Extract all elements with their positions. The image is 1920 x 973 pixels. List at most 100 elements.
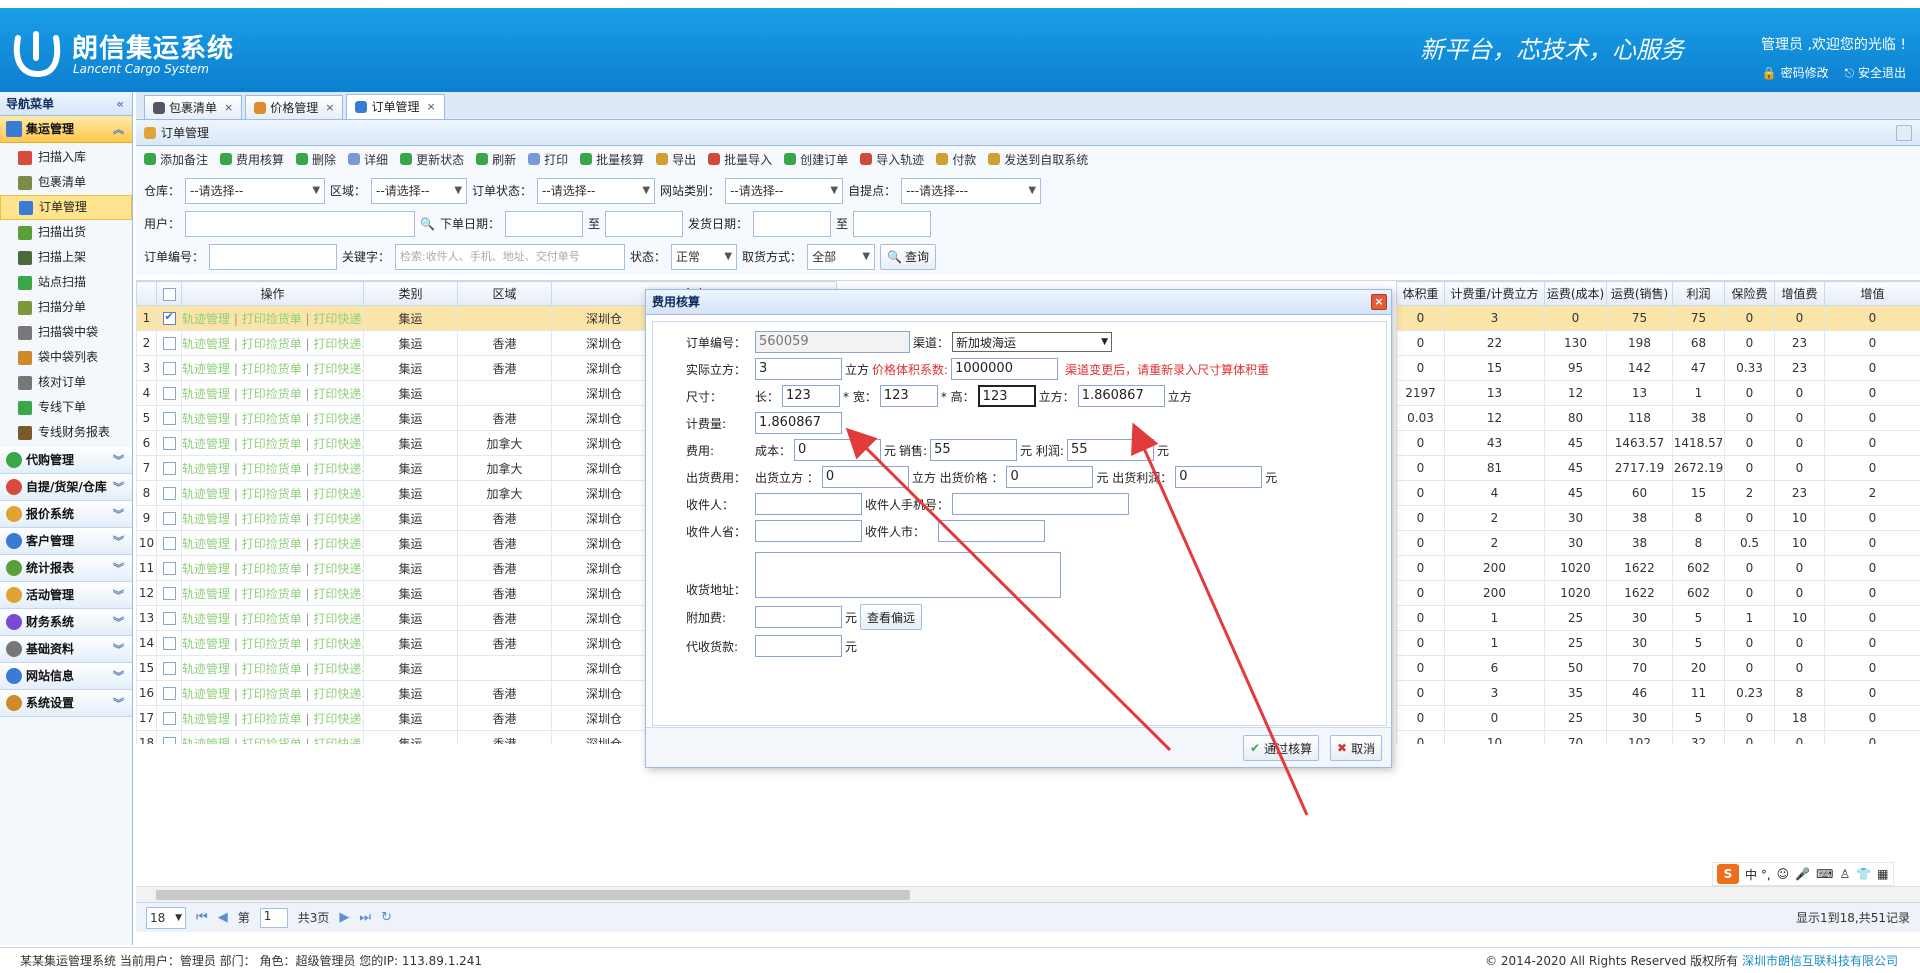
- op-link[interactable]: 打印快递单: [313, 587, 362, 601]
- ime-user-icon[interactable]: ♙: [1839, 867, 1850, 881]
- table-row[interactable]: 0 4 45 60 15 2 23 2: [1396, 480, 1920, 506]
- row-checkbox[interactable]: [162, 462, 176, 475]
- price-factor-field[interactable]: 1000000: [951, 358, 1059, 380]
- op-link[interactable]: 轨迹管理: [183, 412, 231, 426]
- op-link[interactable]: 轨迹管理: [183, 687, 231, 701]
- op-link[interactable]: 打印快递单: [313, 712, 362, 726]
- op-link[interactable]: 轨迹管理: [183, 487, 231, 501]
- op-link[interactable]: 打印快递单: [313, 437, 362, 451]
- scroll-thumb[interactable]: [156, 890, 910, 900]
- op-link[interactable]: 打印快递单: [313, 312, 362, 326]
- row-check-cell[interactable]: [156, 380, 182, 406]
- ime-emoji-icon[interactable]: ☺: [1777, 867, 1790, 881]
- page-size-select[interactable]: 18 ▼: [146, 906, 186, 929]
- approve-button[interactable]: ✔ 通过核算: [1243, 735, 1320, 761]
- row-checkbox[interactable]: [162, 737, 176, 744]
- row-checkbox[interactable]: [162, 562, 176, 575]
- op-link[interactable]: 轨迹管理: [183, 362, 231, 376]
- table-row[interactable]: 0 200 1020 1622 602 0 0 0: [1396, 555, 1920, 581]
- tab-3[interactable]: 订单管理 ×: [346, 94, 445, 119]
- site-type-select[interactable]: --请选择-- ▼: [725, 177, 844, 204]
- table-row[interactable]: 0 3 0 75 75 0 0 0: [1396, 305, 1920, 331]
- op-link[interactable]: 打印快递单: [313, 537, 362, 551]
- receiver-field[interactable]: [755, 493, 862, 515]
- row-check-cell[interactable]: [156, 480, 182, 506]
- row-checkbox[interactable]: [162, 487, 176, 500]
- table-row[interactable]: 0 1 25 30 5 1 10 0: [1396, 605, 1920, 631]
- sidebar-item-1[interactable]: 扫描入库: [0, 145, 132, 170]
- table-row[interactable]: 0 1 25 30 5 0 0 0: [1396, 630, 1920, 656]
- table-row[interactable]: 0 200 1020 1622 602 0 0 0: [1396, 580, 1920, 606]
- toolbar-button-1[interactable]: 添加备注: [144, 151, 208, 168]
- order-status-select[interactable]: --请选择-- ▼: [537, 177, 656, 204]
- op-link[interactable]: 轨迹管理: [183, 562, 231, 576]
- next-page-icon[interactable]: ▶: [339, 910, 349, 925]
- actual-cbm-field[interactable]: 3: [755, 358, 842, 380]
- op-link[interactable]: 打印快递单: [313, 387, 362, 401]
- table-row[interactable]: 0 15 95 142 47 0.33 23 0: [1396, 355, 1920, 381]
- table-row[interactable]: 0 43 45 1463.57 1418.57 0 0 0: [1396, 430, 1920, 456]
- toolbar-button-12[interactable]: 导入轨迹: [860, 151, 924, 168]
- ship-price-field[interactable]: 0: [1006, 466, 1094, 488]
- warehouse-select[interactable]: --请选择-- ▼: [185, 177, 326, 204]
- address-textarea[interactable]: [755, 552, 1061, 598]
- row-checkbox[interactable]: [162, 337, 176, 350]
- ship-cbm-field[interactable]: 0: [821, 466, 909, 488]
- sidebar-item-8[interactable]: 扫描袋中袋: [0, 320, 132, 345]
- order-no-input[interactable]: [209, 243, 338, 270]
- row-check-cell[interactable]: [156, 305, 182, 331]
- sidebar-group-8[interactable]: 基础资料 ︾: [0, 636, 132, 663]
- sidebar-group-active[interactable]: 集运管理 ︽: [0, 116, 132, 143]
- op-link[interactable]: 打印捡货单: [242, 312, 302, 326]
- close-tab-icon[interactable]: ×: [325, 97, 334, 119]
- ship-date-to[interactable]: [853, 210, 932, 237]
- row-check-cell[interactable]: [156, 605, 182, 631]
- table-row[interactable]: 0 2 30 38 8 0.5 10 0: [1396, 530, 1920, 556]
- op-link[interactable]: 打印快递单: [313, 462, 362, 476]
- status-select[interactable]: 正常 ▼: [671, 243, 738, 270]
- row-checkbox[interactable]: [162, 310, 176, 325]
- op-link[interactable]: 打印捡货单: [242, 662, 302, 676]
- op-link[interactable]: 打印捡货单: [242, 337, 302, 351]
- table-row[interactable]: 0 0 25 30 5 0 18 0: [1396, 705, 1920, 731]
- ime-keyboard-icon[interactable]: ⌨: [1816, 867, 1833, 881]
- op-link[interactable]: 打印快递单: [313, 362, 362, 376]
- sidebar-item-6[interactable]: 站点扫描: [0, 270, 132, 295]
- sidebar-item-11[interactable]: 专线下单: [0, 395, 132, 420]
- op-link[interactable]: 轨迹管理: [183, 587, 231, 601]
- keyword-input[interactable]: 检索:收件人、手机、地址、交付单号: [395, 243, 626, 270]
- row-check-cell[interactable]: [156, 655, 182, 681]
- horizontal-scrollbar[interactable]: [136, 886, 1920, 902]
- row-checkbox[interactable]: [162, 712, 176, 725]
- row-checkbox[interactable]: [162, 637, 176, 650]
- op-link[interactable]: 打印快递单: [313, 612, 362, 626]
- op-link[interactable]: 打印捡货单: [242, 362, 302, 376]
- profit-field[interactable]: 55: [1066, 439, 1154, 461]
- op-link[interactable]: 轨迹管理: [183, 437, 231, 451]
- op-link[interactable]: 轨迹管理: [183, 387, 231, 401]
- sidebar-group-10[interactable]: 系统设置 ︾: [0, 690, 132, 717]
- op-link[interactable]: 轨迹管理: [183, 537, 231, 551]
- refresh-icon[interactable]: ↻: [381, 910, 392, 925]
- op-link[interactable]: 轨迹管理: [183, 712, 231, 726]
- query-button[interactable]: 🔍 查询: [880, 243, 937, 270]
- toolbar-button-2[interactable]: 费用核算: [220, 151, 284, 168]
- op-link[interactable]: 打印捡货单: [242, 512, 302, 526]
- cbm-field[interactable]: 1.860867: [1077, 385, 1165, 407]
- close-tab-icon[interactable]: ×: [426, 96, 435, 118]
- length-field[interactable]: 123: [782, 385, 841, 407]
- pickup-select[interactable]: ---请选择--- ▼: [901, 177, 1042, 204]
- row-check-cell[interactable]: [156, 330, 182, 356]
- select-all-checkbox[interactable]: [162, 287, 176, 301]
- op-link[interactable]: 打印快递单: [313, 487, 362, 501]
- close-icon[interactable]: ×: [1371, 294, 1387, 310]
- toolbar-button-9[interactable]: 导出: [656, 151, 696, 168]
- row-check-cell[interactable]: [156, 505, 182, 531]
- prev-page-icon[interactable]: ◀: [218, 910, 228, 925]
- row-check-cell[interactable]: [156, 680, 182, 706]
- table-row[interactable]: 2197 13 12 13 1 0 0 0: [1396, 380, 1920, 406]
- channel-select[interactable]: 新加坡海运 ▼: [952, 332, 1113, 352]
- ship-date-from[interactable]: [753, 210, 832, 237]
- op-link[interactable]: 打印快递单: [313, 737, 362, 745]
- op-link[interactable]: 打印捡货单: [242, 387, 302, 401]
